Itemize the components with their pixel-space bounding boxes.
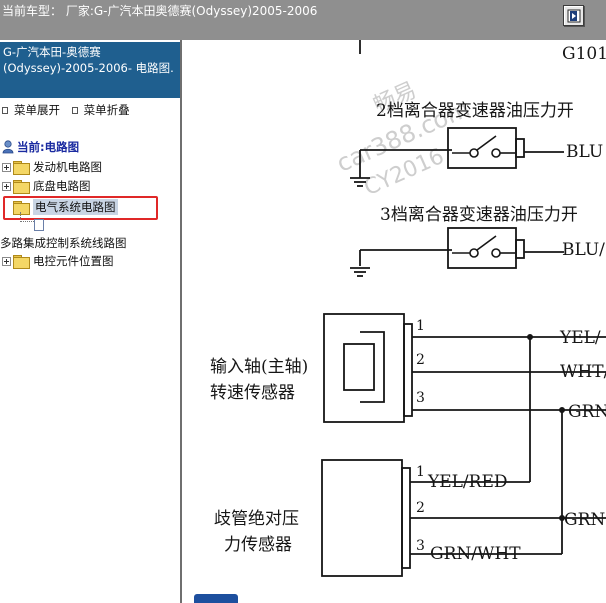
expand-icon [2,106,8,114]
expand-toggle-icon[interactable] [2,162,11,172]
tree-item-label: 发动机电路图 [33,160,102,174]
tree-item-label: 底盘电路图 [33,179,91,193]
sidebar: G-广汽本田-奥德赛(Odyssey)-2005-2006- 电路图. 菜单展开… [0,40,182,603]
sensor1-label-line2: 转速传感器 [210,383,295,403]
vehicle-title: 当前车型： 厂家:G-广汽本田奥德赛(Odyssey)2005-2006 [2,4,318,18]
sensor1-wire2: WHT/ [560,362,606,382]
pin-label: 1 [416,464,425,480]
sensor1-wire3: GRN [568,402,606,422]
sensor1-label: 输入轴(主轴) [210,357,309,377]
tree-item-chassis[interactable]: 底盘电路图 [2,177,91,195]
tree-item-label: 多路集成控制系统线路图 [0,236,127,250]
sensor2-label: 歧管绝对压 [214,509,299,529]
sensor1-wire1: YEL/ [560,328,601,348]
exit-button[interactable] [563,5,584,26]
diagram-viewer[interactable]: 畅易 car388.com CY2016 G101 2档离合器变速器油压力开 B… [184,40,606,603]
menu-collapse-label: 菜单折叠 [83,103,130,117]
tree-current: 当前:电路图 [2,138,79,156]
collapse-icon [71,106,78,114]
menu-collapse-button[interactable]: 菜单折叠 [71,102,130,118]
current-label: 当前:电路图 [17,140,80,154]
switch1-wire: BLU [566,142,604,162]
folder-icon [13,161,30,175]
user-icon [2,140,14,154]
pin-label: 2 [416,352,425,368]
menu-row: 菜单展开 菜单折叠 [2,102,138,118]
title-bar: 当前车型： 厂家:G-广汽本田奥德赛(Odyssey)2005-2006 [0,0,606,40]
tree-item-multiplex[interactable]: 多路集成控制系统线路图 [0,234,127,252]
pin-label: 3 [416,538,425,554]
tree-item-document[interactable] [34,216,44,234]
switch2-wire: BLU/ [562,240,605,260]
expand-toggle-icon[interactable] [2,256,11,266]
pin-label: 3 [416,390,425,406]
tree-connector [20,212,34,222]
menu-expand-button[interactable]: 菜单展开 [2,102,60,118]
menu-expand-label: 菜单展开 [14,103,60,117]
sensor2-wire2: GRN [564,510,606,530]
switch1-label: 2档离合器变速器油压力开 [376,101,574,121]
expand-toggle-icon[interactable] [2,181,11,191]
sensor2-wire3: GRN/WHT [430,544,521,564]
tree-item-engine[interactable]: 发动机电路图 [2,158,102,176]
connector-label: G101 [562,44,606,64]
switch2-label: 3档离合器变速器油压力开 [380,205,578,225]
pin-label: 2 [416,500,425,516]
folder-icon [13,180,30,194]
pin-label: 1 [416,318,425,334]
page-tab[interactable] [194,594,238,603]
folder-icon [13,255,30,269]
sensor2-wire1: YEL/RED [428,472,508,492]
document-icon [34,219,44,231]
sidebar-title: G-广汽本田-奥德赛(Odyssey)-2005-2006- 电路图. [0,42,180,98]
tree-item-ecu-location[interactable]: 电控元件位置图 [2,252,114,270]
tree-item-label: 电控元件位置图 [33,254,114,268]
exit-icon [567,9,581,23]
sensor2-label-line2: 力传感器 [224,535,292,555]
